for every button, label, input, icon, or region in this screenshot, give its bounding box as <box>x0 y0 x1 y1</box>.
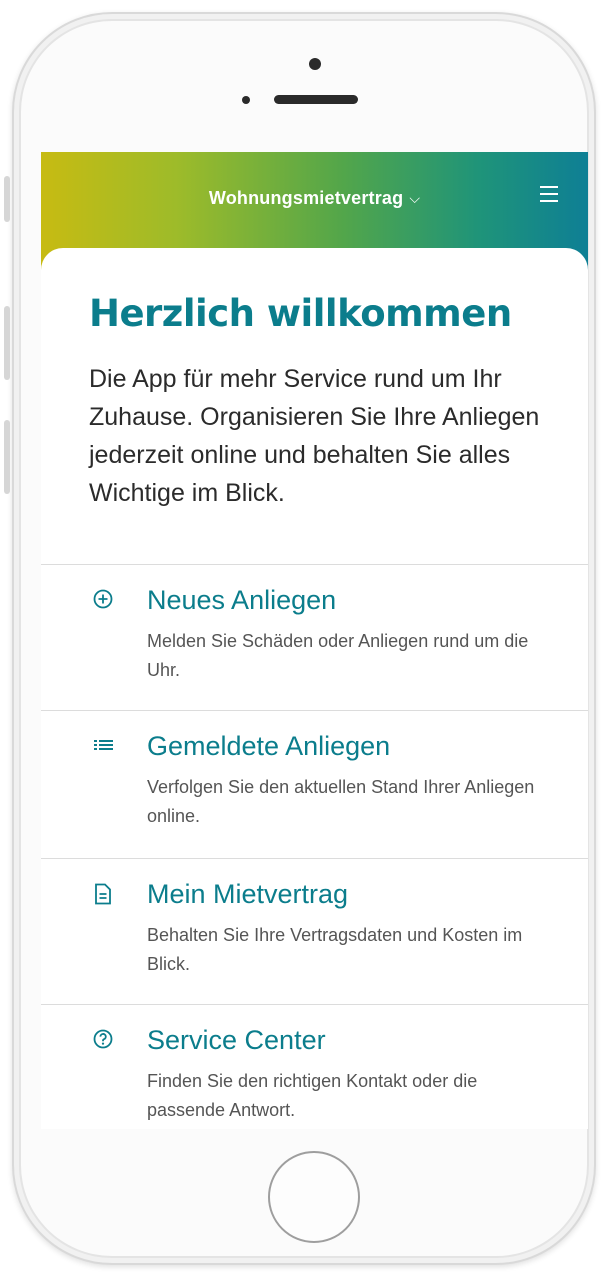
page-title: Herzlich willkommen <box>89 292 512 335</box>
app-screen: Wohnungsmietvertrag ⌵ Herzlich willkommen… <box>41 152 588 1129</box>
menu-item-title: Neues Anliegen <box>147 585 337 615</box>
plus-circle-icon <box>93 589 113 609</box>
contract-selector[interactable]: Wohnungsmietvertrag ⌵ <box>41 188 588 209</box>
volume-down-button <box>4 420 10 494</box>
menu-item-description: Behalten Sie Ihre Vertragsdaten und Kost… <box>147 925 523 974</box>
menu-item-description: Finden Sie den richtigen Kontakt oder di… <box>147 1071 478 1120</box>
menu-item-neues-anliegen[interactable]: Neues Anliegen Melden Sie Schäden oder A… <box>41 564 588 710</box>
menu-item-description: Verfolgen Sie den aktuellen Stand Ihrer … <box>147 777 535 826</box>
hamburger-menu-icon[interactable] <box>540 186 558 202</box>
chevron-down-icon: ⌵ <box>409 190 421 206</box>
menu-item-gemeldete-anliegen[interactable]: Gemeldete Anliegen Verfolgen Sie den akt… <box>41 710 588 858</box>
content-card: Herzlich willkommen Die App für mehr Ser… <box>41 248 588 1129</box>
contract-selector-label: Wohnungsmietvertrag <box>208 188 404 208</box>
front-camera <box>309 58 321 70</box>
menu-item-service-center[interactable]: Service Center Finden Sie den richtigen … <box>41 1004 588 1129</box>
service-menu: Neues Anliegen Melden Sie Schäden oder A… <box>41 564 588 1129</box>
menu-item-description: Melden Sie Schäden oder Anliegen rund um… <box>147 631 529 680</box>
list-icon <box>93 735 113 755</box>
help-circle-icon <box>93 1029 113 1049</box>
proximity-sensor <box>242 96 250 104</box>
menu-item-title: Mein Mietvertrag <box>147 879 349 909</box>
menu-item-title: Gemeldete Anliegen <box>147 731 391 761</box>
document-icon <box>93 883 113 905</box>
mute-switch <box>4 176 10 222</box>
menu-item-mein-mietvertrag[interactable]: Mein Mietvertrag Behalten Sie Ihre Vertr… <box>41 858 588 1004</box>
volume-up-button <box>4 306 10 380</box>
earpiece-speaker <box>274 95 358 104</box>
home-button[interactable] <box>268 1151 360 1243</box>
menu-item-title: Service Center <box>147 1025 326 1055</box>
intro-text: Die App für mehr Service rund um Ihr Zuh… <box>89 365 540 507</box>
